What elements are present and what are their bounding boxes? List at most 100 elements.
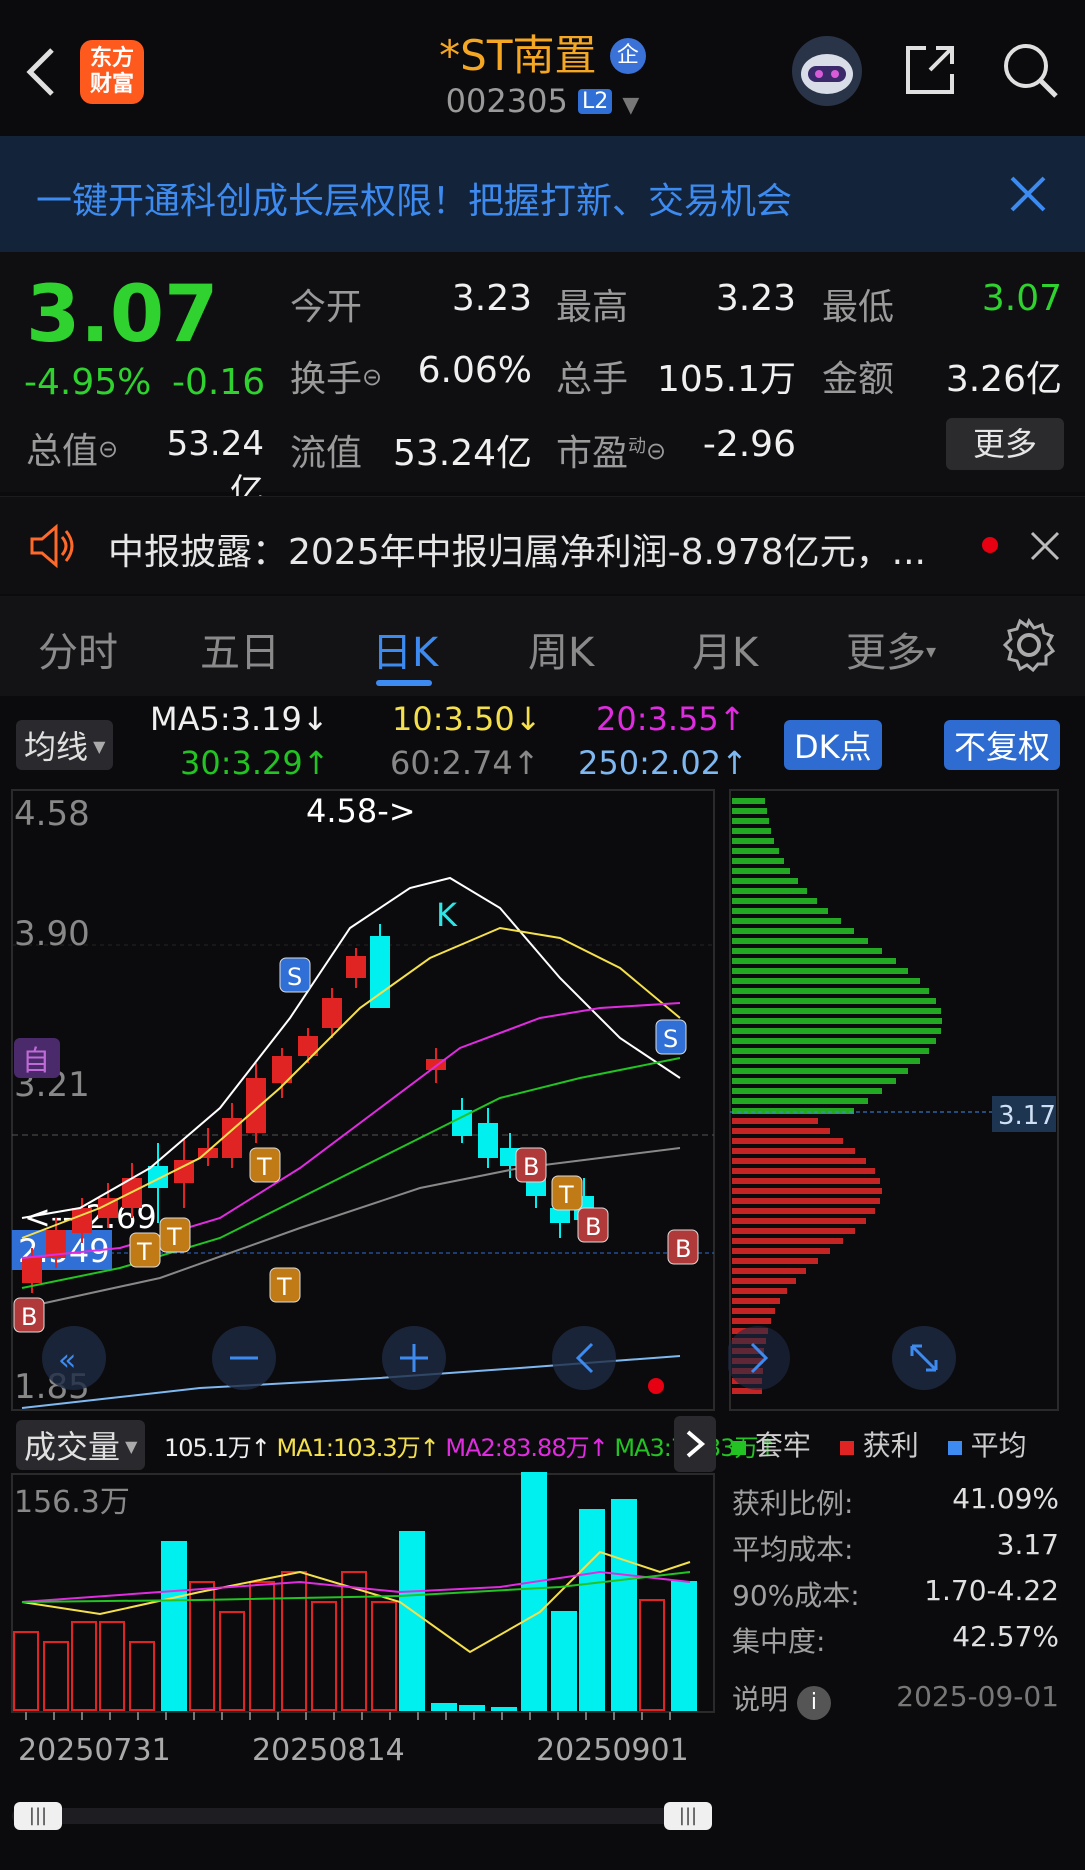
y-label-top: 4.58 [14, 794, 90, 834]
search-icon[interactable] [998, 38, 1062, 102]
legend-swatch-trapped [732, 1441, 746, 1455]
signal-mark-text: S [287, 963, 302, 991]
low-label: 最低 [822, 287, 895, 328]
gear-icon[interactable] [1002, 618, 1056, 672]
total-value-label: 总值 [26, 431, 99, 472]
chip-note[interactable]: 说明 i [732, 1678, 831, 1720]
close-icon[interactable] [1010, 176, 1046, 212]
chip-bar [732, 1078, 896, 1084]
close-icon[interactable] [1030, 531, 1060, 561]
tab-weekly-k[interactable]: 周K [528, 620, 594, 678]
chip-bar [732, 898, 817, 904]
candle-body [22, 1258, 42, 1283]
chip-bar [732, 868, 790, 874]
chip-bar [732, 1128, 830, 1134]
dk-point-button[interactable]: DK点 [784, 720, 882, 770]
volume-top-label: 156.3万 [14, 1485, 130, 1520]
chip-bar [732, 1168, 875, 1174]
more-quote-button[interactable]: 更多 [946, 418, 1064, 470]
chip-bar [732, 1158, 866, 1164]
date-label-3: 20250901 [536, 1733, 689, 1768]
ma30-value: 30:3.29↑ [180, 744, 330, 782]
chip-bar [732, 848, 779, 854]
chip-distribution: 3.17 [728, 789, 1059, 1411]
tab-intraday[interactable]: 分时 [38, 620, 118, 678]
ma60-value: 60:2.74↑ [390, 744, 540, 782]
tab-more[interactable]: 更多▾ [846, 620, 936, 678]
avg-cost-label: 平均成本: [732, 1533, 854, 1566]
candle-body [246, 1078, 266, 1133]
kline-chart[interactable]: 4.58 3.90 3.21 2.549 1.85 4.58-> <---2.6… [0, 788, 720, 1413]
volume-bar [189, 1581, 215, 1711]
chip-bar [732, 1028, 941, 1034]
open-value: 3.23 [451, 278, 532, 319]
caret-down-icon: ▼ [120, 1437, 138, 1456]
amount-value: 3.26亿 [945, 359, 1062, 400]
legend-trapped: 套牢 [754, 1429, 811, 1462]
amount-label: 金额 [822, 359, 895, 400]
speaker-icon [30, 523, 74, 569]
range-slider-right-handle[interactable]: ||| [664, 1802, 712, 1830]
scroll-right-button[interactable] [728, 1326, 790, 1390]
volume-bar [99, 1621, 125, 1711]
scroll-left-button[interactable] [552, 1326, 616, 1390]
turnover-value: 6.06% [417, 350, 532, 391]
volume-bar [551, 1611, 577, 1711]
k-marker: K [436, 896, 458, 934]
share-icon[interactable] [900, 40, 960, 100]
robot-avatar-icon[interactable] [790, 34, 864, 108]
event-dot [648, 1378, 664, 1394]
signal-mark-text: T [256, 1153, 272, 1181]
volume-ticks [25, 1712, 671, 1720]
volume-bar [491, 1707, 517, 1711]
chip-bar [732, 858, 784, 864]
total-value-label-wrap[interactable]: 总值⊝ [26, 422, 118, 474]
tab-five-day[interactable]: 五日 [200, 620, 280, 678]
chip-bar [732, 1008, 941, 1014]
chip-bar [732, 948, 882, 954]
ma-selector[interactable]: 均线 ▼ [16, 720, 114, 770]
volume-ma1: MA1:103.3万↑ [276, 1434, 439, 1462]
chip-date: 2025-09-01 [896, 1680, 1059, 1713]
ma20-value: 20:3.55↑ [596, 700, 746, 738]
pe-value: -2.96 [702, 424, 796, 465]
ma-selector-label: 均线 [24, 728, 89, 766]
signal-mark-text: B [585, 1213, 601, 1241]
date-label-2: 20250814 [252, 1733, 405, 1768]
change-percent: -4.95% [24, 362, 152, 403]
volume-selector[interactable]: 成交量 ▼ [16, 1420, 146, 1470]
promo-banner-text: 一键开通科创成长层权限！把握打新、交易机会 [36, 181, 793, 222]
notice-bar[interactable]: 中报披露：2025年中报归属净利润-8.978亿元，... [0, 496, 1085, 594]
adjust-mode-button[interactable]: 不复权 [944, 720, 1061, 770]
range-slider-track[interactable] [12, 1808, 712, 1824]
pe-label: 市盈 [556, 433, 629, 474]
pe-dynamic-mark: 动 [628, 436, 647, 457]
turnover-label: 换手 [290, 359, 363, 400]
legend-profit: 获利 [862, 1429, 919, 1462]
promo-banner[interactable]: 一键开通科创成长层权限！把握打新、交易机会 [0, 136, 1085, 252]
volume-bar [281, 1571, 307, 1711]
stock-name: *ST南置 [439, 31, 597, 80]
volume-chart[interactable]: 156.3万 20250731 20250814 20250901 [0, 1472, 720, 1792]
volume-ma2: MA2:83.88万↑ [445, 1434, 608, 1462]
chip-bar [732, 1118, 818, 1124]
pe-label-wrap[interactable]: 市盈动⊝ [556, 424, 666, 476]
high-label: 最高 [556, 287, 629, 328]
expand-indicators-button[interactable] [674, 1416, 716, 1472]
candle-body [370, 936, 390, 1008]
volume-bar [129, 1641, 155, 1711]
candle-body [346, 956, 366, 978]
chip-bar [732, 1038, 936, 1044]
volume-bar [161, 1541, 187, 1711]
chip-bar [732, 1098, 868, 1104]
range-slider-left-handle[interactable]: ||| [14, 1802, 62, 1830]
tab-daily-k[interactable]: 日K [372, 620, 438, 678]
caret-down-icon: ▼ [622, 93, 640, 118]
chip-bar [732, 918, 841, 924]
low-value: 3.07 [981, 278, 1062, 319]
volume-bar [639, 1599, 665, 1711]
volume-bar [399, 1531, 425, 1711]
turnover-label-wrap[interactable]: 换手⊝ [290, 350, 382, 402]
tab-monthly-k[interactable]: 月K [692, 620, 758, 678]
chip-bar [732, 958, 896, 964]
